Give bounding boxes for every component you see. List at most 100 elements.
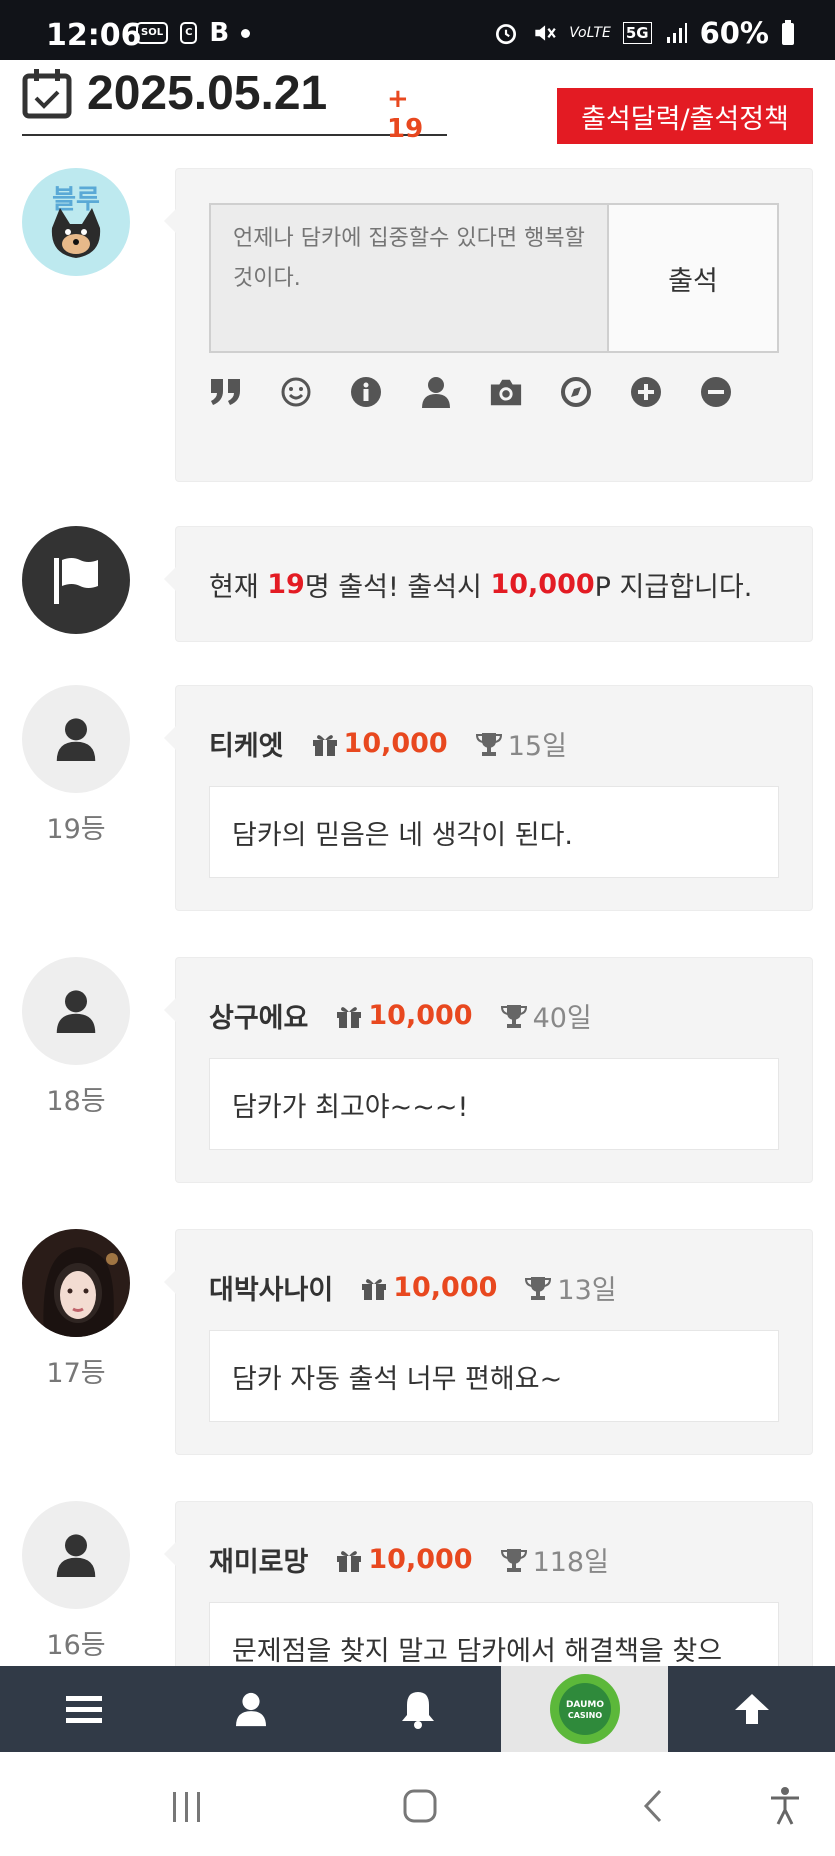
attendance-plus-count: + 19 [387, 84, 424, 144]
greeting-input[interactable] [211, 205, 609, 351]
points-reward: 10,000 [336, 1544, 473, 1575]
gift-icon [312, 732, 338, 756]
profile-photo [22, 1229, 130, 1337]
attendance-days: 13일 [525, 1268, 617, 1307]
daumo-casino-logo: DAUMO CASINO [549, 1674, 620, 1744]
default-user-icon [56, 717, 96, 761]
info-icon[interactable] [349, 375, 383, 409]
points-reward: 10,000 [312, 728, 448, 759]
points-value: 10,000 [393, 1272, 498, 1303]
minus-circle-icon[interactable] [699, 375, 733, 409]
points-reward: 10,000 [361, 1272, 497, 1303]
menu-button[interactable] [0, 1666, 167, 1752]
composer-panel: 출석 [164, 168, 813, 482]
trophy-icon [475, 731, 502, 757]
nickname[interactable]: 재미로망 [209, 1540, 308, 1579]
entry-header: 대박사나이 10,000 13일 [209, 1268, 617, 1307]
battery-icon [782, 20, 794, 45]
network-icon: 5G [622, 22, 652, 44]
user-avatar[interactable] [22, 685, 130, 793]
points-value: 10,000 [368, 1000, 473, 1031]
arrow-up-icon [734, 1694, 769, 1724]
points-reward: 10,000 [336, 1000, 473, 1031]
composer-toolbar [209, 375, 733, 409]
flag-icon [54, 558, 98, 604]
notice-points: 10,000 [490, 568, 595, 600]
bottom-nav: DAUMO CASINO [0, 1666, 835, 1752]
entry-message: 담카의 믿음은 네 생각이 된다. [209, 786, 779, 878]
bell-icon [401, 1692, 434, 1729]
days-value: 40일 [532, 1003, 592, 1034]
recent-apps-icon[interactable] [170, 1790, 204, 1824]
entry-header: 티케엣 10,000 15일 [209, 724, 567, 763]
svg-text:CASINO: CASINO [567, 1711, 601, 1720]
camera-icon[interactable] [489, 375, 523, 409]
rank-label: 19등 [46, 814, 106, 845]
my-avatar: 블루 [22, 168, 130, 276]
notice-text: 현재 19 명 출석! 출석시 10,000 P 지급합니다. [209, 527, 752, 641]
smiley-icon[interactable] [279, 375, 313, 409]
flag-avatar [22, 526, 130, 634]
casino-logo-button[interactable]: DAUMO CASINO [501, 1666, 668, 1752]
system-icons: VoLTE 5G 60% [493, 16, 795, 50]
entry-panel: 티케엣 10,000 15일담카의 믿음은 네 생각이 된다. [164, 685, 813, 911]
back-icon[interactable] [640, 1788, 666, 1824]
trophy-icon [500, 1547, 527, 1573]
entry-header: 재미로망 10,000 118일 [209, 1540, 609, 1579]
attendance-policy-button[interactable]: 출석달력/출석정책 [557, 88, 813, 144]
rank-label: 17등 [46, 1358, 106, 1389]
user-icon[interactable] [419, 375, 453, 409]
entry-message: 담카가 최고야~~~! [209, 1058, 779, 1150]
entry-header: 상구에요 10,000 40일 [209, 996, 592, 1035]
plus-circle-icon[interactable] [629, 375, 663, 409]
home-icon[interactable] [402, 1788, 438, 1824]
notification-icons: SOL C B [136, 18, 251, 48]
quote-icon[interactable] [209, 375, 243, 409]
nickname[interactable]: 상구에요 [209, 996, 308, 1035]
date-header: 2025.05.21 + 19 [22, 60, 447, 144]
user-avatar[interactable] [22, 1501, 130, 1609]
default-user-icon [56, 1533, 96, 1577]
attendance-days: 15일 [475, 724, 567, 763]
days-value: 13일 [557, 1275, 617, 1306]
svg-text:DAUMO: DAUMO [565, 1700, 603, 1710]
nickname[interactable]: 티케엣 [209, 724, 284, 763]
volte-icon: VoLTE [569, 25, 611, 41]
notice-mid: 명 출석! 출석시 [304, 571, 491, 603]
profile-button[interactable] [167, 1666, 334, 1752]
app-notification-icon: C [180, 22, 198, 44]
nickname[interactable]: 대박사나이 [209, 1268, 333, 1307]
notifications-button[interactable] [334, 1666, 501, 1752]
entry-panel: 대박사나이 10,000 13일담카 자동 출석 너무 편해요~ [164, 1229, 813, 1455]
gift-icon [336, 1548, 362, 1572]
date-title: 2025.05.21 [87, 67, 328, 120]
compass-icon[interactable] [559, 375, 593, 409]
rank-label: 18등 [46, 1086, 106, 1117]
accessibility-icon[interactable] [768, 1786, 802, 1826]
battery-level: 60% [699, 16, 769, 50]
more-notifications-icon [241, 28, 251, 38]
entry-message: 담카 자동 출석 너무 편해요~ [209, 1330, 779, 1422]
menu-icon [65, 1696, 102, 1723]
notice-panel: 현재 19 명 출석! 출석시 10,000 P 지급합니다. [164, 526, 813, 642]
trophy-icon [525, 1275, 552, 1301]
days-value: 118일 [532, 1547, 609, 1578]
dog-avatar-icon: 블루 [51, 185, 101, 258]
points-value: 10,000 [368, 1544, 473, 1575]
trophy-icon [500, 1003, 527, 1029]
android-nav-bar [0, 1752, 835, 1856]
status-bar: 12:06 SOL C B VoLTE 5G 60% [0, 0, 835, 60]
mute-icon [535, 25, 556, 41]
gift-icon [336, 1004, 362, 1028]
b-app-icon: B [209, 18, 230, 48]
attend-button[interactable]: 출석 [609, 205, 777, 351]
signal-icon [666, 23, 687, 43]
user-avatar[interactable] [22, 1229, 130, 1337]
scroll-top-button[interactable] [668, 1666, 835, 1752]
entry-panel: 상구에요 10,000 40일담카가 최고야~~~! [164, 957, 813, 1183]
sol-bank-icon: SOL [136, 22, 169, 44]
user-avatar[interactable] [22, 957, 130, 1065]
composer-editor: 출석 [209, 203, 779, 353]
points-value: 10,000 [343, 728, 448, 759]
clock: 12:06 [46, 18, 142, 53]
